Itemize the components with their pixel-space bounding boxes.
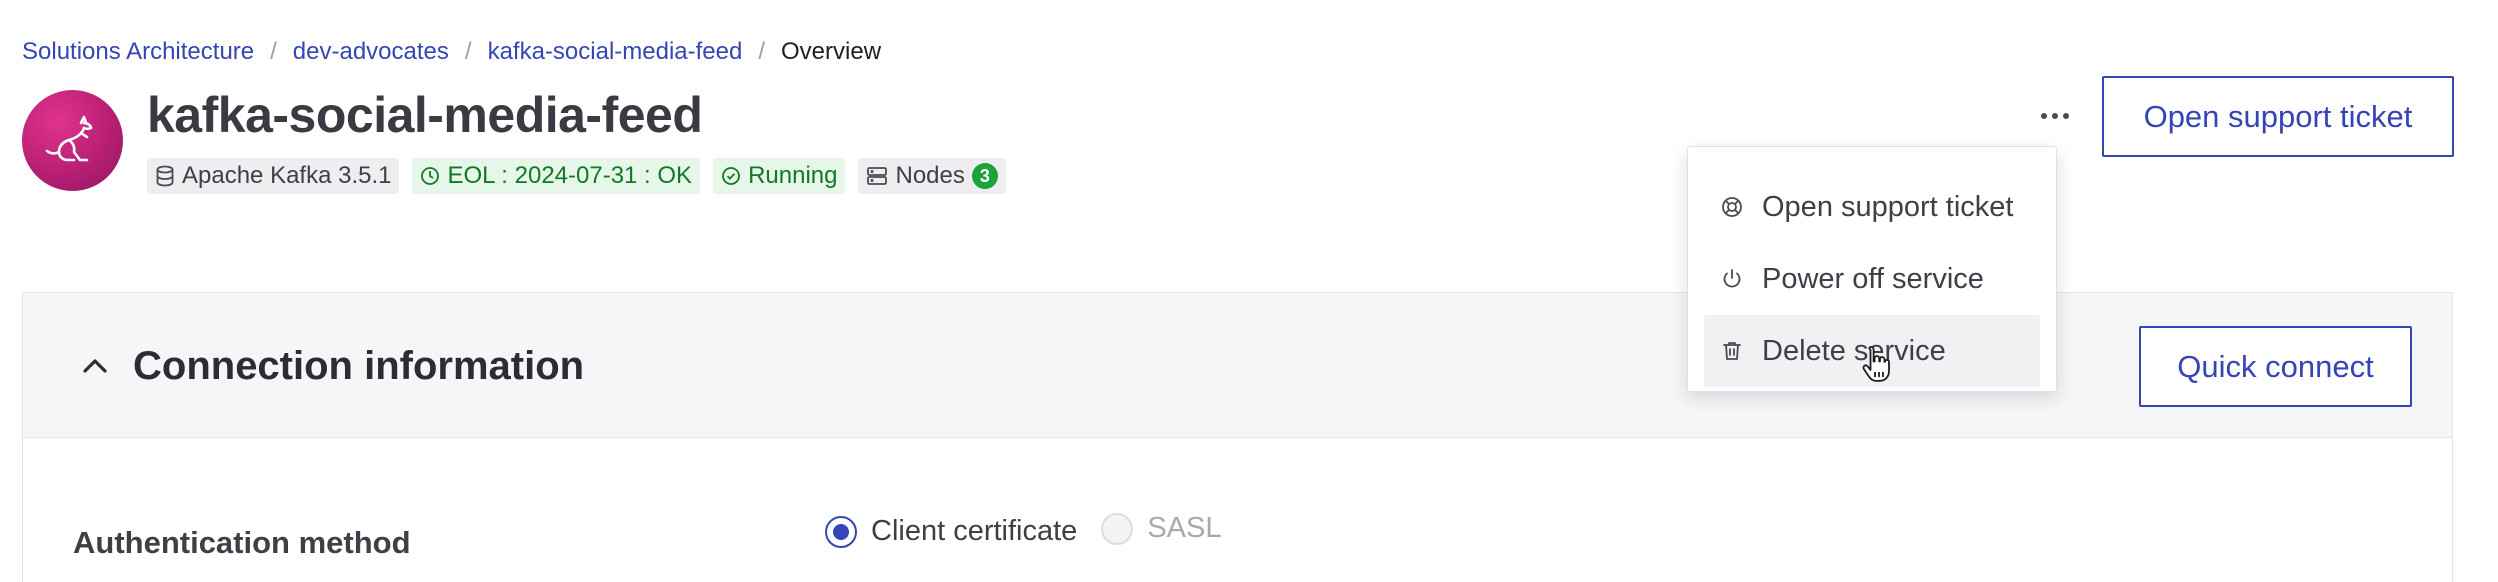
server-icon: [867, 167, 888, 185]
clock-check-icon: [421, 167, 440, 185]
radio-sasl: SASL: [1101, 512, 1221, 545]
service-badges: Apache Kafka 3.5.1 EOL : 2024-07-31 : OK…: [147, 158, 1006, 194]
connection-panel-header[interactable]: Connection information: [23, 293, 2452, 438]
connection-panel-title: Connection information: [133, 344, 585, 388]
eol-badge-label: EOL : 2024-07-31 : OK: [447, 162, 693, 189]
status-badge: Running: [713, 158, 846, 194]
status-badge-label: Running: [748, 162, 838, 189]
breadcrumb-separator: /: [464, 38, 472, 65]
connection-panel: Connection information Authentication me…: [22, 292, 2453, 582]
radio-button-checked[interactable]: [825, 515, 857, 548]
breadcrumb-link-project[interactable]: dev-advocates: [293, 36, 449, 68]
nodes-count: 3: [971, 163, 998, 189]
open-support-ticket-button[interactable]: Open support ticket: [2102, 76, 2454, 157]
lifebuoy-icon: [1722, 197, 1742, 217]
service-overview-page: Solutions Architecture / dev-advocates /…: [0, 0, 2498, 582]
radio-button-disabled: [1101, 512, 1134, 545]
menu-item-power-off-service[interactable]: Power off service: [1704, 243, 2040, 315]
radio-client-certificate[interactable]: Client certificate: [825, 515, 1077, 548]
kangaroo-icon: [45, 115, 92, 161]
version-badge: Apache Kafka 3.5.1: [147, 158, 400, 194]
authentication-method-label: Authentication method: [73, 525, 411, 560]
nodes-badge: Nodes 3: [858, 158, 1006, 194]
menu-item-label: Power off service: [1762, 262, 1984, 295]
radio-client-certificate-label: Client certificate: [871, 515, 1078, 547]
breadcrumb-separator: /: [758, 38, 766, 65]
check-circle-icon: [722, 167, 740, 185]
more-horizontal-icon: [2041, 113, 2047, 119]
menu-item-label: Open support ticket: [1762, 190, 2014, 223]
power-icon: [1723, 269, 1741, 288]
version-badge-label: Apache Kafka 3.5.1: [182, 162, 392, 189]
chevron-up-icon[interactable]: [78, 349, 112, 383]
more-actions-button[interactable]: [2030, 96, 2080, 136]
more-horizontal-icon: [2063, 113, 2069, 119]
more-actions-menu: Open support ticket Power off service De…: [1687, 146, 2057, 392]
service-avatar: [22, 90, 123, 191]
breadcrumb-current: Overview: [781, 38, 882, 65]
more-horizontal-icon: [2052, 113, 2058, 119]
breadcrumb-separator: /: [270, 38, 277, 65]
database-icon: [156, 165, 174, 187]
breadcrumb-link-service[interactable]: kafka-social-media-feed: [488, 36, 743, 68]
radio-sasl-label: SASL: [1147, 512, 1222, 544]
authentication-method-radio-group: Client certificate SASL: [825, 512, 1245, 548]
trash-icon: [1723, 342, 1741, 360]
page-title: kafka-social-media-feed: [147, 87, 703, 143]
menu-item-label: Delete service: [1762, 334, 1946, 367]
breadcrumb: Solutions Architecture / dev-advocates /…: [22, 36, 881, 68]
breadcrumb-link-organization[interactable]: Solutions Architecture: [22, 36, 254, 68]
eol-badge: EOL : 2024-07-31 : OK: [412, 158, 701, 194]
menu-item-open-support-ticket[interactable]: Open support ticket: [1704, 171, 2040, 243]
menu-item-delete-service[interactable]: Delete service: [1704, 315, 2040, 387]
nodes-badge-label: Nodes: [895, 162, 965, 189]
quick-connect-button[interactable]: Quick connect: [2139, 326, 2412, 407]
